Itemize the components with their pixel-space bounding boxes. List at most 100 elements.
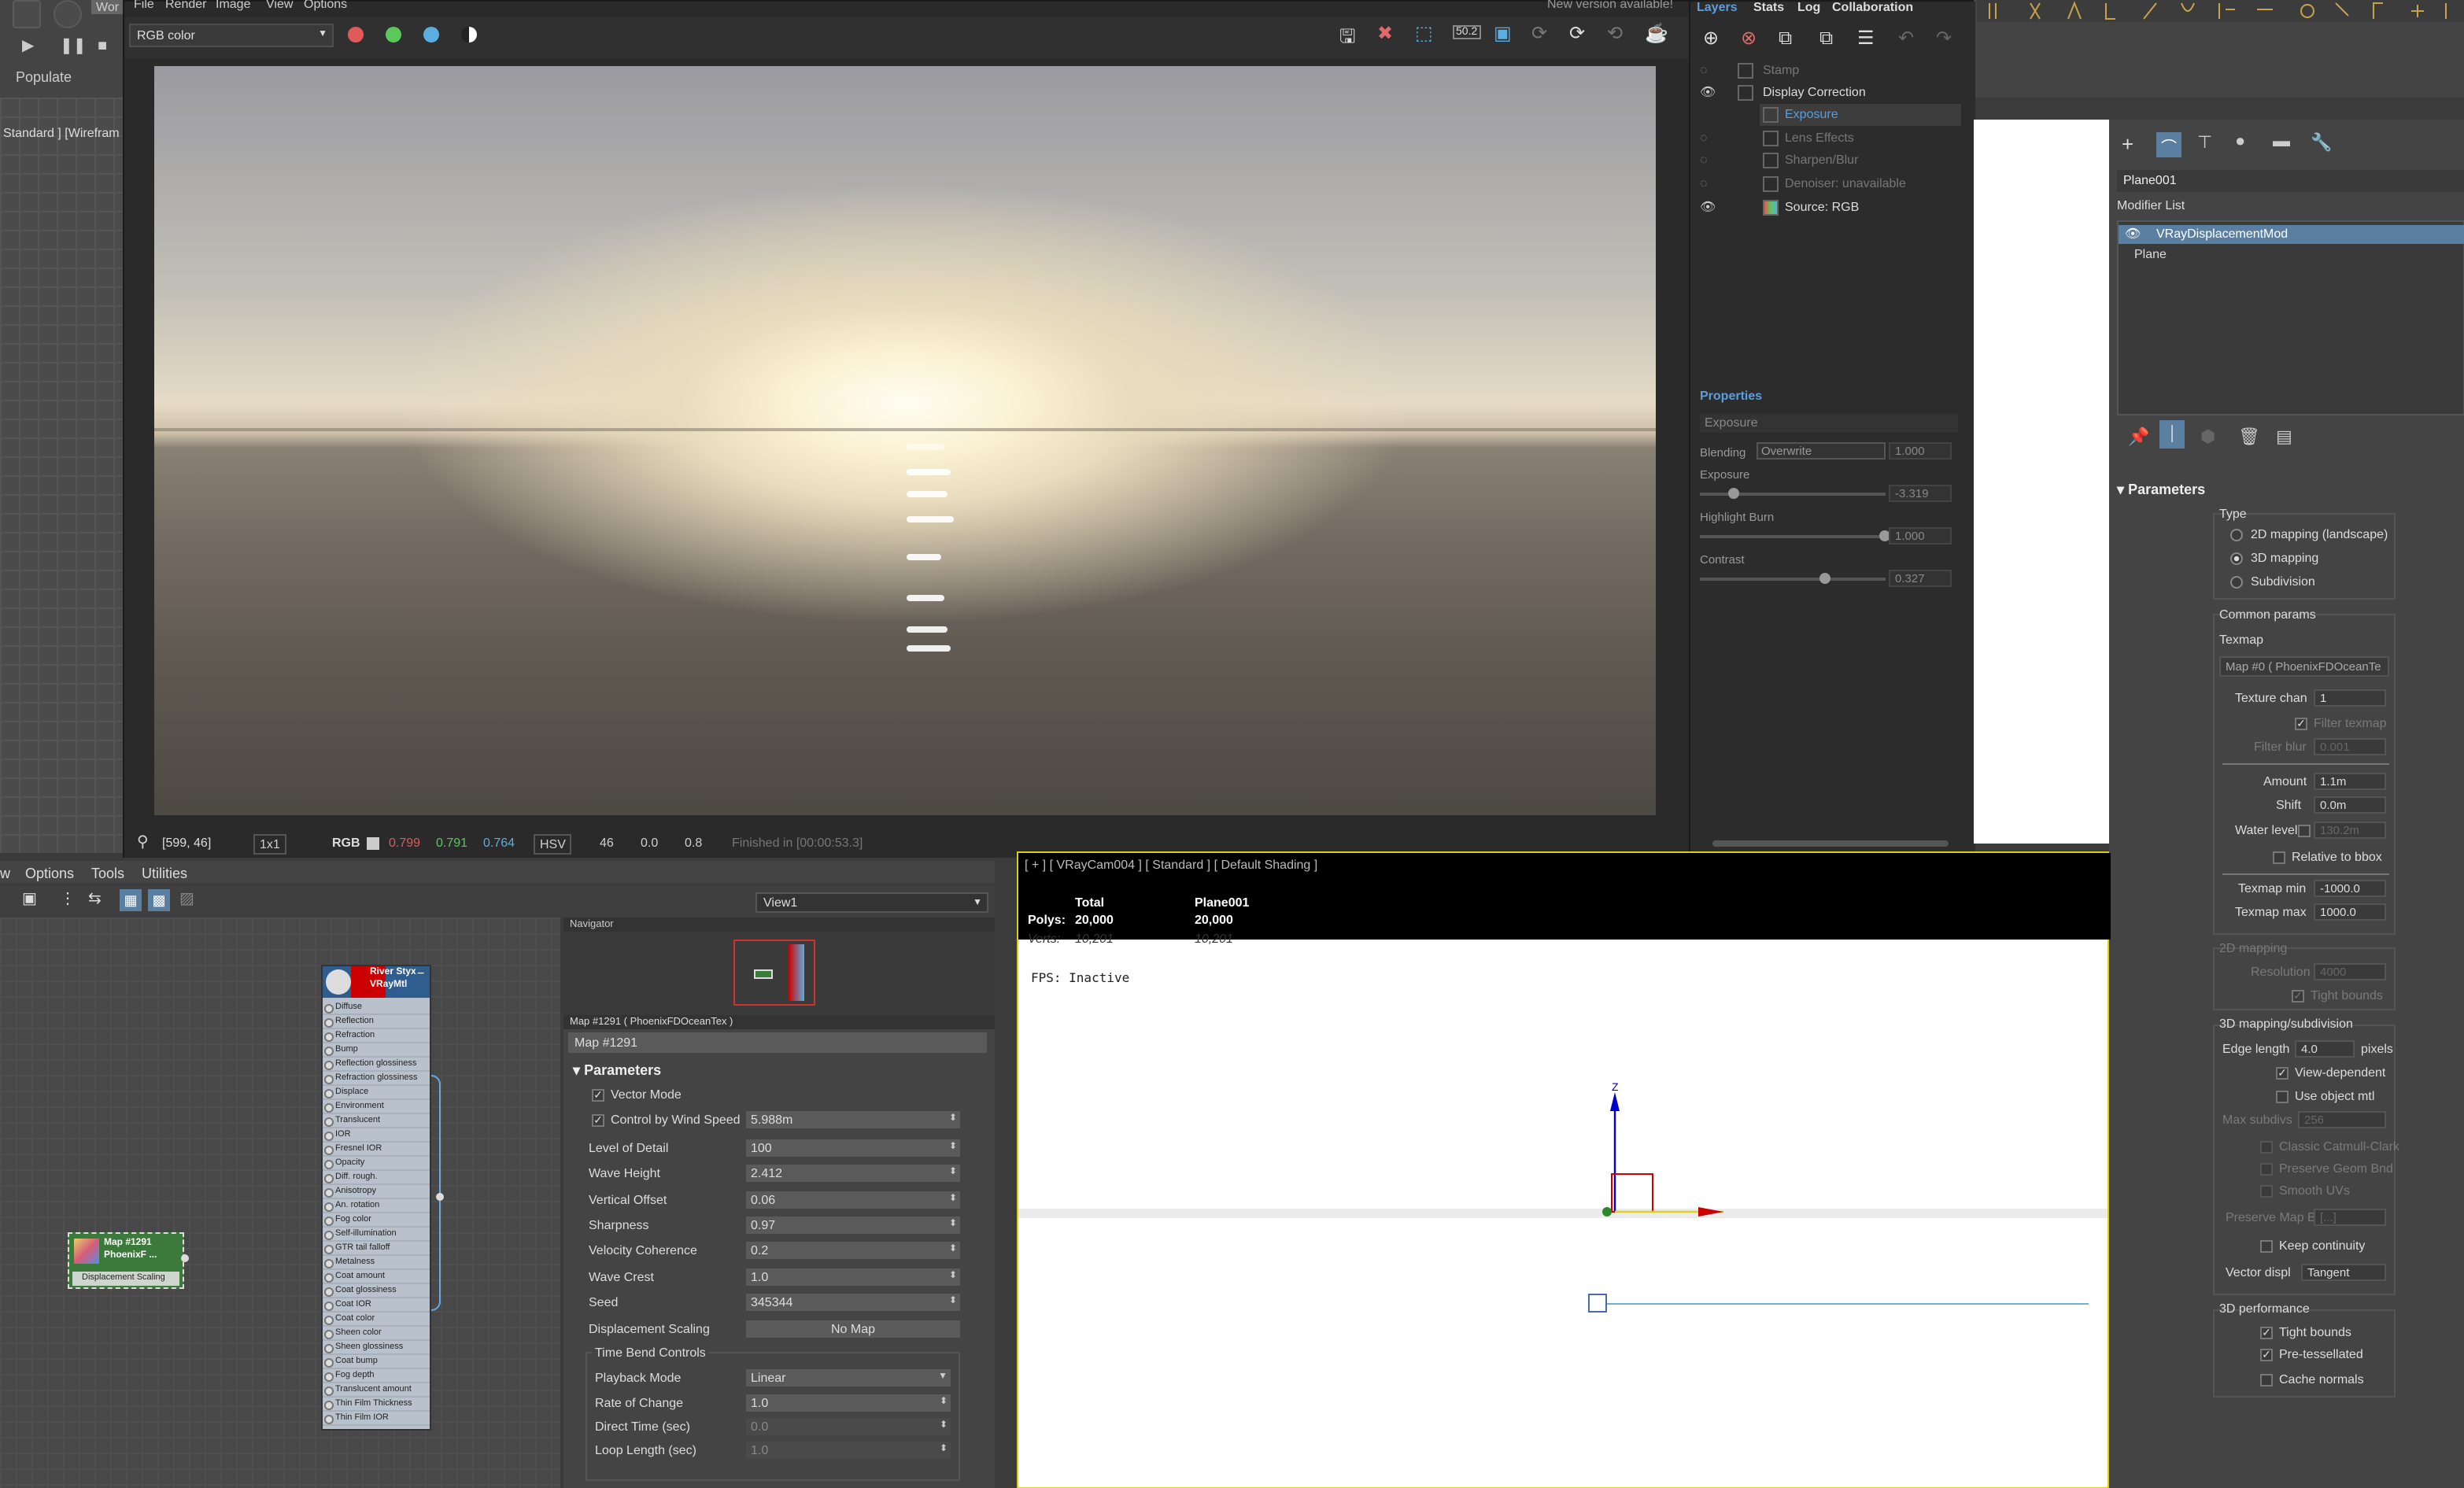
keep-continuity-checkbox[interactable] — [2260, 1240, 2273, 1253]
material-slot[interactable]: Fog color — [323, 1213, 430, 1228]
spinner-arrows[interactable]: ⬍ — [949, 1217, 957, 1234]
playback-mode-dropdown[interactable]: Linear ▼ — [746, 1369, 951, 1386]
spinner-arrows[interactable]: ⬍ — [949, 1111, 957, 1128]
material-slot[interactable]: Self-illumination — [323, 1228, 430, 1242]
material-slot[interactable]: Opacity — [323, 1157, 430, 1171]
spinner-arrows[interactable]: ⬍ — [949, 1294, 957, 1311]
eye-icon[interactable]: 👁 — [1700, 82, 1719, 104]
param-spinner[interactable]: 345344 ⬍ — [746, 1293, 960, 1311]
preserve-map-dropdown[interactable]: [...] — [2314, 1209, 2386, 1226]
left-viewport[interactable] — [0, 98, 123, 853]
menu-options[interactable]: Options — [304, 0, 347, 11]
material-slot[interactable]: Translucent — [323, 1114, 430, 1128]
material-slot[interactable]: Coat amount — [323, 1270, 430, 1284]
material-slot[interactable]: Environment — [323, 1100, 430, 1114]
show-background-icon[interactable]: ▩ — [148, 889, 170, 911]
displacement-scaling-button[interactable]: No Map — [746, 1320, 960, 1338]
param-spinner[interactable]: 2.412 ⬍ — [746, 1165, 960, 1183]
layer-row-exposure[interactable]: Exposure — [1760, 104, 1961, 126]
make-unique-icon[interactable]: ⬢ — [2200, 426, 2215, 447]
tab-log[interactable]: Log — [1797, 0, 1820, 14]
pause-icon[interactable]: ❚❚ — [60, 38, 87, 55]
material-slot[interactable]: Diffuse — [323, 1001, 430, 1015]
vraymtl-node[interactable]: River Styx VRayMtl − Diffuse Reflection Re… — [321, 965, 431, 1431]
save-layers-icon[interactable]: ⧉ — [1819, 27, 1833, 50]
tab-collaboration[interactable]: Collaboration — [1832, 0, 1913, 14]
material-slot[interactable]: Anisotropy — [323, 1185, 430, 1199]
camera-target-icon[interactable] — [1588, 1294, 1607, 1313]
material-slot[interactable]: Bump — [323, 1043, 430, 1058]
smooth-uvs-checkbox[interactable] — [2260, 1185, 2273, 1198]
green-channel-toggle[interactable] — [386, 27, 401, 42]
minimize-icon[interactable]: − — [417, 966, 424, 980]
tab-layers[interactable]: Layers — [1697, 0, 1738, 14]
node-header[interactable]: River Styx VRayMtl − — [323, 966, 430, 998]
tight-bounds-2d-checkbox[interactable]: ✓ — [2292, 990, 2304, 1002]
spinner-arrows[interactable]: ⬍ — [949, 1139, 957, 1157]
spinner-arrows[interactable]: ⬍ — [949, 1268, 957, 1285]
radio-subdivision[interactable] — [2230, 576, 2243, 589]
material-slot[interactable]: Translucent amount — [323, 1383, 430, 1398]
param-spinner[interactable]: 100 ⬍ — [746, 1139, 960, 1157]
material-slot[interactable]: IOR — [323, 1128, 430, 1143]
configure-sets-icon[interactable]: ▤ — [2276, 426, 2292, 447]
menu-render[interactable]: Render — [165, 0, 207, 11]
material-slot[interactable]: Coat bump — [323, 1355, 430, 1369]
rate-of-change-spinner[interactable]: 1.0 ⬍ — [746, 1394, 951, 1412]
navigator-viewport[interactable] — [733, 940, 815, 1006]
menu-view[interactable]: View — [266, 0, 293, 11]
visibility-icon[interactable]: ◌ — [1700, 150, 1719, 172]
view-dependent-checkbox[interactable]: ✓ — [2276, 1067, 2289, 1080]
layer-name-field[interactable]: Exposure — [1700, 414, 1958, 433]
map-node-slot[interactable]: Displacement Scaling — [72, 1272, 179, 1286]
param-spinner[interactable]: 0.06 ⬍ — [746, 1191, 960, 1209]
material-slot[interactable]: Refraction — [323, 1029, 430, 1043]
utilities-tab-icon[interactable]: 🔧 — [2311, 132, 2332, 153]
render-button[interactable] — [54, 0, 82, 28]
layers-scrollbar[interactable] — [1712, 840, 1949, 847]
slider-knob[interactable] — [1819, 573, 1830, 584]
texmap-button[interactable]: Map #0 ( PhoenixFDOceanTe — [2219, 656, 2389, 677]
material-slot[interactable]: Reflection glossiness — [323, 1058, 430, 1072]
red-channel-toggle[interactable] — [348, 27, 364, 42]
clear-image-icon[interactable]: ✖ — [1377, 22, 1393, 44]
node-canvas[interactable]: River Styx VRayMtl − Diffuse Reflection Re… — [0, 918, 560, 1488]
spinner-arrows[interactable]: ⬍ — [940, 1394, 948, 1412]
relative-bbox-checkbox[interactable] — [2273, 851, 2285, 864]
delete-layer-icon[interactable]: ⊗ — [1741, 27, 1757, 49]
menu-utilities[interactable]: Utilities — [142, 866, 187, 881]
param-spinner[interactable]: 1.0 ⬍ — [746, 1268, 960, 1285]
option-subdivision[interactable]: Subdivision — [2251, 574, 2315, 589]
layer-row-sharpen-blur[interactable]: ◌ Sharpen/Blur — [1690, 150, 1961, 172]
filter-texmap-checkbox[interactable]: ✓ — [2295, 718, 2307, 730]
stop-render-icon[interactable]: ⟲ — [1607, 22, 1623, 44]
param-spinner[interactable]: 0.2 ⬍ — [746, 1242, 960, 1260]
stop-icon[interactable]: ■ — [98, 38, 107, 55]
radio-2d-mapping[interactable] — [2230, 529, 2243, 541]
material-slot[interactable]: GTR tail falloff — [323, 1242, 430, 1256]
vector-displ-dropdown[interactable]: Tangent — [2301, 1264, 2386, 1281]
render-icon[interactable]: ⟳ — [1569, 22, 1585, 44]
material-slot[interactable]: Sheen glossiness — [323, 1341, 430, 1355]
channel-dropdown[interactable]: RGB color ▼ — [129, 24, 334, 47]
material-slot[interactable]: Reflection — [323, 1015, 430, 1029]
option-3d-mapping[interactable]: 3D mapping — [2251, 551, 2318, 565]
water-level-checkbox[interactable] — [2298, 825, 2311, 837]
map-1291-node[interactable]: Map #1291 PhoenixF ... Displacement Scal… — [68, 1232, 189, 1289]
camera-viewport[interactable]: [ + ] [ VRayCam004 ] [ Standard ] [ Defa… — [1017, 851, 2111, 1488]
transform-gizmo[interactable]: Z — [1585, 1076, 1774, 1234]
material-slot[interactable]: An. rotation — [323, 1199, 430, 1213]
layer-row-lens-effects[interactable]: ◌ Lens Effects — [1690, 127, 1961, 150]
motion-tab-icon[interactable]: ● — [2235, 132, 2245, 151]
blending-dropdown[interactable]: Overwrite — [1757, 442, 1886, 460]
highlight-burn-slider[interactable] — [1700, 530, 1890, 541]
rendered-image[interactable] — [154, 66, 1656, 815]
material-slot[interactable]: Diff. rough. — [323, 1171, 430, 1185]
menu-image[interactable]: Image — [216, 0, 250, 11]
texmap-max-spinner[interactable]: 1000.0 — [2314, 903, 2386, 921]
material-slot[interactable]: Coat glossiness — [323, 1284, 430, 1298]
undo-icon[interactable]: ↶ — [1898, 27, 1914, 49]
show-map-icon[interactable]: ▦ — [120, 889, 142, 911]
checker-icon[interactable]: ▨ — [179, 891, 194, 908]
region-render-icon[interactable]: ⬚ — [1415, 22, 1433, 44]
